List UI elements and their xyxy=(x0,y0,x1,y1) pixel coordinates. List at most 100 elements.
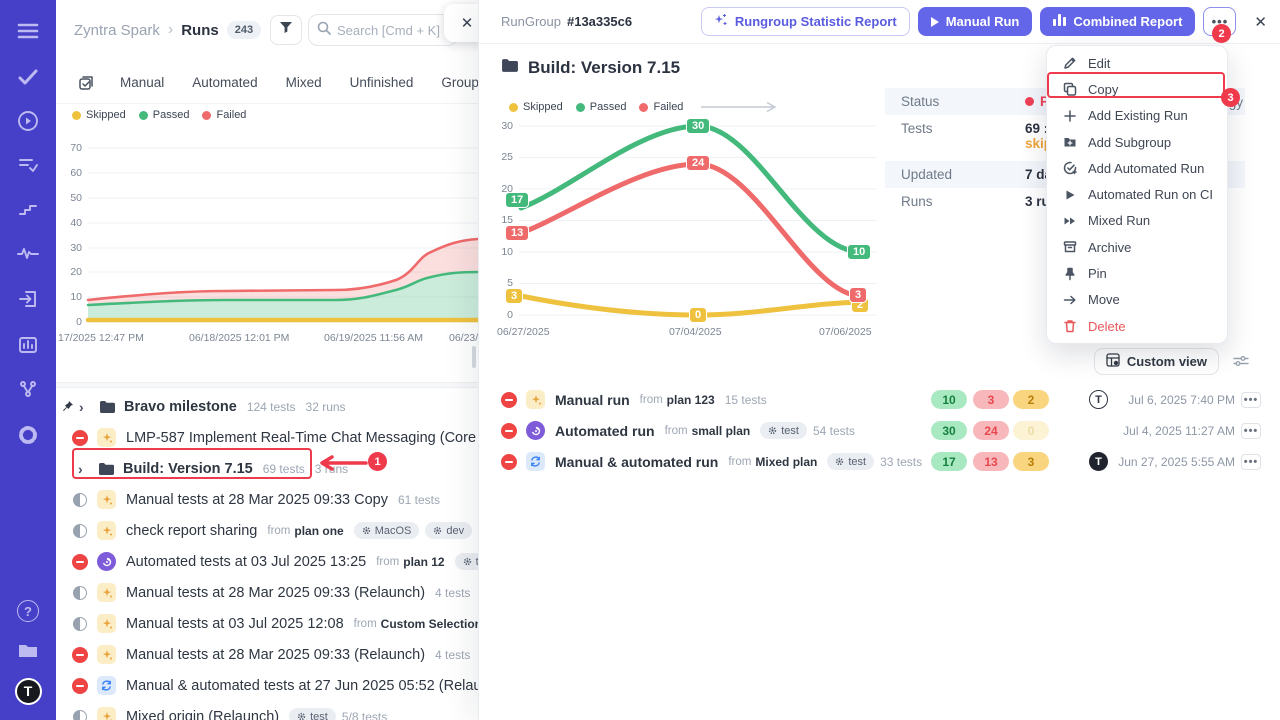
manual-run-icon xyxy=(97,521,116,540)
tab-manual[interactable]: Manual xyxy=(120,75,164,90)
status-failed-icon xyxy=(501,423,517,439)
bar-chart-icon xyxy=(1053,14,1066,29)
rungroup-detail-panel: RunGroup #13a335c6 Rungroup Statistic Re… xyxy=(478,0,1280,720)
menu-item-pin[interactable]: Pin xyxy=(1047,260,1227,286)
combined-report-button[interactable]: Combined Report xyxy=(1040,7,1195,36)
app-window: ? T Zyntra Spark › Runs 243 Manual Autom… xyxy=(0,0,1280,720)
sign-in-icon[interactable] xyxy=(0,284,56,314)
env-chip: MacOS xyxy=(354,522,420,539)
filters-sliders-icon[interactable] xyxy=(1233,354,1249,373)
rungroup-run-row[interactable]: Manual & automated run from Mixed plan t… xyxy=(479,446,1280,477)
manual-run-button[interactable]: Manual Run xyxy=(918,7,1033,36)
run-row[interactable]: Manual tests at 28 Mar 2025 09:33 Copy 6… xyxy=(56,484,478,515)
annotation-arrow xyxy=(316,455,368,471)
app-sidebar: ? T xyxy=(0,0,56,720)
list-toolbar: Custom view xyxy=(479,348,1280,376)
menu-item-add-existing-run[interactable]: Add Existing Run xyxy=(1047,103,1227,129)
run-row[interactable]: Manual & automated tests at 27 Jun 2025 … xyxy=(56,670,478,701)
legend-passed: Passed xyxy=(153,109,190,121)
search-icon xyxy=(317,21,331,40)
status-failed-icon xyxy=(72,554,88,570)
rungroup-title: Build: Version 7.15 xyxy=(501,58,680,78)
filter-button[interactable] xyxy=(270,15,302,45)
select-runs-icon[interactable] xyxy=(78,75,94,91)
menu-item-archive[interactable]: Archive xyxy=(1047,234,1227,260)
menu-item-move[interactable]: Move xyxy=(1047,287,1227,313)
run-row[interactable]: Manual tests at 28 Mar 2025 09:33 (Relau… xyxy=(56,639,478,670)
skipped-count: 3 xyxy=(1013,452,1049,471)
run-row[interactable]: Mixed origin (Relaunch) test 5/8 tests xyxy=(56,701,478,720)
run-row[interactable]: check report sharing from plan one MacOS… xyxy=(56,515,478,546)
menu-icon[interactable] xyxy=(0,16,56,46)
close-panel-icon[interactable]: ✕ xyxy=(1254,13,1267,31)
automated-run-icon xyxy=(97,552,116,571)
search-box[interactable] xyxy=(308,14,458,46)
settings-gear-icon[interactable] xyxy=(0,420,56,450)
rungroup-run-row[interactable]: Manual run from plan 123 15 tests 10 3 2… xyxy=(479,384,1280,415)
group-row-bravo[interactable]: › Bravo milestone 124 tests 32 runs xyxy=(56,391,478,422)
sparkle-icon xyxy=(714,13,728,30)
menu-item-add-subgroup[interactable]: Add Subgroup xyxy=(1047,129,1227,155)
failed-count: 24 xyxy=(973,421,1009,440)
menu-item-delete[interactable]: Delete xyxy=(1047,313,1227,339)
tab-mixed[interactable]: Mixed xyxy=(286,75,322,90)
check-icon[interactable] xyxy=(0,62,56,92)
run-row[interactable]: Automated tests at 03 Jul 2025 13:25 fro… xyxy=(56,546,478,577)
breadcrumb-project[interactable]: Zyntra Spark xyxy=(74,22,160,39)
row-more-button[interactable]: ••• xyxy=(1241,392,1261,408)
manual-run-icon xyxy=(97,614,116,633)
branch-icon[interactable] xyxy=(0,374,56,404)
chevron-expand-icon[interactable]: › xyxy=(79,399,93,415)
run-row[interactable]: Manual tests at 03 Jul 2025 12:08 from C… xyxy=(56,608,478,639)
automated-run-icon xyxy=(526,421,545,440)
tab-groups[interactable]: Groups xyxy=(441,75,478,90)
list-check-icon[interactable] xyxy=(0,150,56,180)
run-row[interactable]: Manual tests at 28 Mar 2025 09:33 (Relau… xyxy=(56,577,478,608)
custom-view-button[interactable]: Custom view xyxy=(1094,348,1219,375)
user-avatar[interactable]: T xyxy=(0,676,56,706)
mixed-run-icon xyxy=(97,676,116,695)
bar-chart-icon[interactable] xyxy=(0,330,56,360)
projects-folder-icon[interactable] xyxy=(0,636,56,666)
manual-run-icon xyxy=(97,490,116,509)
rungroup-id: #13a335c6 xyxy=(567,14,632,29)
menu-item-automated-run-ci[interactable]: Automated Run on CI xyxy=(1047,181,1227,207)
legend-failed: Failed xyxy=(216,109,246,121)
status-failed-icon xyxy=(72,430,88,446)
runs-history-chart: 70 60 50 40 30 20 10 0 17/2025 12:47 xyxy=(56,125,478,335)
folder-icon xyxy=(501,58,519,78)
help-icon[interactable]: ? xyxy=(0,596,56,626)
row-more-button[interactable]: ••• xyxy=(1241,454,1261,470)
statistic-report-button[interactable]: Rungroup Statistic Report xyxy=(701,7,910,36)
menu-item-add-automated-run[interactable]: Add Automated Run xyxy=(1047,155,1227,181)
status-partial-icon xyxy=(73,586,87,600)
breadcrumb-section: Runs xyxy=(181,22,219,39)
annotation-step-2: 2 xyxy=(1212,24,1231,43)
menu-item-mixed-run[interactable]: Mixed Run xyxy=(1047,208,1227,234)
check-circle-plus-icon xyxy=(1063,161,1077,175)
scrollbar-thumb[interactable] xyxy=(472,346,476,368)
status-partial-icon xyxy=(73,493,87,507)
skipped-count: 2 xyxy=(1013,390,1049,409)
manual-run-icon xyxy=(526,390,545,409)
run-date: Jul 4, 2025 11:27 AM xyxy=(1123,424,1235,438)
manual-run-icon xyxy=(97,583,116,602)
env-chip: test xyxy=(760,422,807,439)
folder-icon xyxy=(99,400,116,414)
filter-icon xyxy=(278,20,294,40)
rungroup-run-row[interactable]: Automated run from small plan test 54 te… xyxy=(479,415,1280,446)
steps-icon[interactable] xyxy=(0,194,56,224)
passed-count: 30 xyxy=(931,421,967,440)
activity-icon[interactable] xyxy=(0,238,56,268)
table-view-icon xyxy=(1106,353,1120,370)
search-input[interactable] xyxy=(337,23,447,38)
run-date: Jul 6, 2025 7:40 PM xyxy=(1128,393,1235,407)
play-circle-icon[interactable] xyxy=(0,106,56,136)
runs-count-badge: 243 xyxy=(227,21,261,39)
row-more-button[interactable]: ••• xyxy=(1241,423,1261,439)
tab-unfinished[interactable]: Unfinished xyxy=(350,75,414,90)
tab-automated[interactable]: Automated xyxy=(192,75,257,90)
legend-skipped: Skipped xyxy=(86,109,126,121)
status-failed-icon xyxy=(72,647,88,663)
play-icon xyxy=(1063,188,1077,202)
